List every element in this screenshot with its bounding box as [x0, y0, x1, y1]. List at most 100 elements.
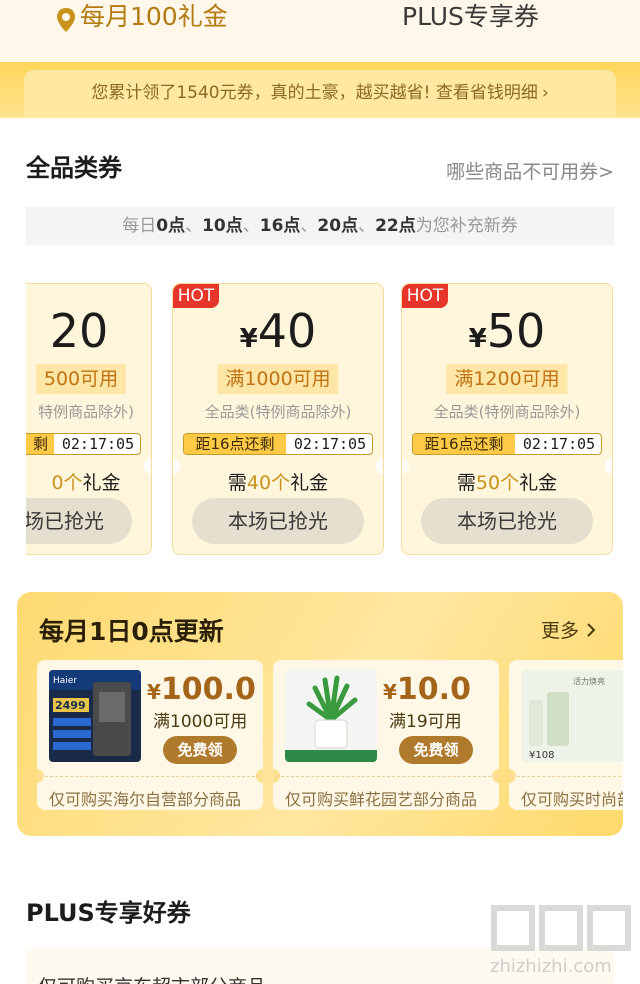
- image-price-text: 2499: [55, 699, 86, 712]
- image-brand-text: Haier: [53, 676, 77, 686]
- image-price-text: ¥108: [529, 750, 554, 761]
- divider: [281, 776, 491, 777]
- sold-out-button[interactable]: 场已抢光: [26, 498, 132, 544]
- gift-card[interactable]: Haier 2499 ¥100.0 满1000可用 免费领 仅可购买海尔自营部分…: [37, 660, 263, 810]
- coupon-cost: 0个礼金: [26, 468, 151, 495]
- chevron-right-icon: [587, 623, 596, 637]
- countdown-value: 02:17:05: [293, 435, 367, 453]
- gift-scope: 仅可购买海尔自营部分商品: [49, 790, 242, 809]
- coupon-card[interactable]: HOT ¥50 满1200可用 全品类(特例商品除外) 距16点还剩 02:17…: [401, 283, 613, 555]
- ticket-notch: [273, 769, 280, 783]
- refill-time: 16点: [259, 216, 301, 236]
- coupon-card[interactable]: HOT ¥40 满1000可用 全品类(特例商品除外) 距16点还剩 02:17…: [172, 283, 384, 555]
- divider: [517, 776, 623, 777]
- product-image-plant: [285, 670, 377, 762]
- cost-number: 0个: [51, 472, 83, 494]
- refill-prefix: 每日: [122, 216, 157, 236]
- ticket-notch: [492, 769, 499, 783]
- coupon-scope: 全品类(特例商品除外): [433, 403, 581, 421]
- free-claim-button[interactable]: 免费领: [399, 736, 473, 764]
- savings-details-link[interactable]: 您累计领了1540元券，真的土豪，越买越省! 查看省钱明细 ›: [24, 70, 616, 118]
- refill-time: 10点: [202, 216, 243, 236]
- currency-symbol: ¥: [468, 324, 487, 354]
- coupon-price: ¥50: [402, 304, 612, 358]
- cost-number: 40个: [246, 472, 291, 494]
- sold-out-button[interactable]: 本场已抢光: [192, 498, 364, 544]
- refill-sep: 、: [185, 216, 203, 236]
- gift-scope: 仅可购买时尚部: [521, 790, 623, 809]
- tab-monthly-gift-label: 每月100礼金: [80, 2, 228, 31]
- unavailable-products-link[interactable]: 哪些商品不可用券>: [446, 157, 614, 184]
- more-label: 更多: [540, 620, 579, 642]
- savings-banner-text: 您累计领了1540元券，真的土豪，越买越省! 查看省钱明细: [91, 83, 538, 103]
- countdown-label: 剩: [26, 434, 54, 454]
- countdown-value: 02:17:05: [61, 435, 135, 453]
- coupon-carousel[interactable]: 20 500可用 特例商品除外) 剩 02:17:05 0个礼金 场已抢光 HO…: [26, 283, 640, 557]
- coupon-cost: 需40个礼金: [173, 468, 383, 495]
- coupon-scope: 全品类(特例商品除外): [204, 403, 352, 421]
- product-image-cosmetics: 活力焕亮 ¥108: [521, 670, 623, 762]
- coupon-countdown: 距16点还剩 02:17:05: [412, 433, 602, 455]
- coupon-price: ¥40: [173, 304, 383, 358]
- coupon-countdown: 距16点还剩 02:17:05: [183, 433, 373, 455]
- monthly-panel-title: 每月1日0点更新: [39, 617, 224, 646]
- coupon-amount: 20: [49, 304, 109, 358]
- sold-out-button[interactable]: 本场已抢光: [421, 498, 593, 544]
- currency-symbol: ¥: [383, 680, 397, 704]
- cost-unit: 礼金: [519, 472, 558, 494]
- ticket-notch: [509, 769, 516, 783]
- refill-suffix: 为您补充新券: [415, 216, 518, 236]
- refill-schedule: 每日0点、10点、16点、20点、22点为您补充新券: [26, 207, 614, 245]
- gift-amount: 10.0: [396, 672, 471, 707]
- coupon-card[interactable]: 20 500可用 特例商品除外) 剩 02:17:05 0个礼金 场已抢光: [26, 283, 152, 555]
- gift-scope: 仅可购买鲜花园艺部分商品: [285, 790, 478, 809]
- plus-section-title: PLUS专享好券: [26, 899, 191, 927]
- countdown-value: 02:17:05: [522, 435, 596, 453]
- plus-coupon-scope: 仅可购买京东超市部分商品: [38, 972, 266, 984]
- cost-prefix: 需: [456, 472, 476, 494]
- more-link[interactable]: 更多: [541, 616, 597, 643]
- refill-sep: 、: [242, 216, 260, 236]
- coupon-scope: 特例商品除外): [38, 403, 134, 421]
- cost-unit: 礼金: [290, 472, 329, 494]
- monthly-gift-panel: 每月1日0点更新 更多 Haier 2499 ¥100.0 满1000可用 免费…: [17, 592, 623, 836]
- refill-time: 20点: [317, 216, 359, 236]
- coupon-threshold: 满1000可用: [217, 364, 339, 394]
- cosmetics-image: 活力焕亮 ¥108: [521, 670, 623, 762]
- coupon-threshold: 满1200可用: [446, 364, 568, 394]
- gift-condition: 满1000可用: [153, 712, 248, 732]
- cost-unit: 礼金: [82, 472, 121, 494]
- gift-carousel[interactable]: Haier 2499 ¥100.0 满1000可用 免费领 仅可购买海尔自营部分…: [37, 660, 623, 812]
- free-claim-button[interactable]: 免费领: [163, 736, 237, 764]
- gift-price: ¥100.0: [147, 672, 256, 707]
- coupon-price: 20: [26, 304, 151, 358]
- refill-sep: 、: [358, 216, 376, 236]
- coupon-amount: 50: [486, 304, 546, 358]
- watermark-text: zhizhizhi.com: [490, 956, 612, 977]
- countdown-label: 距16点还剩: [184, 434, 286, 454]
- tab-monthly-gift[interactable]: 每月100礼金: [54, 0, 228, 40]
- refill-time: 0点: [156, 216, 186, 236]
- coupon-countdown: 剩 02:17:05: [26, 433, 141, 455]
- divider: [45, 776, 255, 777]
- gift-card[interactable]: 活力焕亮 ¥108 仅可购买时尚部: [509, 660, 623, 810]
- refill-time: 22点: [375, 216, 416, 236]
- coupon-threshold: 500可用: [35, 364, 127, 394]
- ticket-notch: [256, 769, 263, 783]
- water-purifier-image: Haier 2499: [49, 670, 141, 762]
- refill-sep: 、: [300, 216, 318, 236]
- currency-symbol: ¥: [239, 324, 258, 354]
- tab-plus-coupons[interactable]: PLUS专享券: [402, 0, 539, 40]
- gift-card[interactable]: ¥10.0 满19可用 免费领 仅可购买鲜花园艺部分商品: [273, 660, 499, 810]
- product-image-water-purifier: Haier 2499: [49, 670, 141, 762]
- savings-banner: 您累计领了1540元券，真的土豪，越买越省! 查看省钱明细 ›: [0, 62, 640, 118]
- cost-prefix: 需: [227, 472, 247, 494]
- image-slogan-text: 活力焕亮: [573, 676, 605, 686]
- currency-symbol: ¥: [147, 680, 161, 704]
- countdown-label: 距16点还剩: [413, 434, 515, 454]
- ticket-notch: [37, 769, 44, 783]
- gift-price: ¥10.0: [383, 672, 471, 707]
- potted-plant-image: [285, 670, 377, 762]
- gift-condition: 满19可用: [389, 712, 462, 732]
- chevron-right-icon: ›: [541, 83, 549, 103]
